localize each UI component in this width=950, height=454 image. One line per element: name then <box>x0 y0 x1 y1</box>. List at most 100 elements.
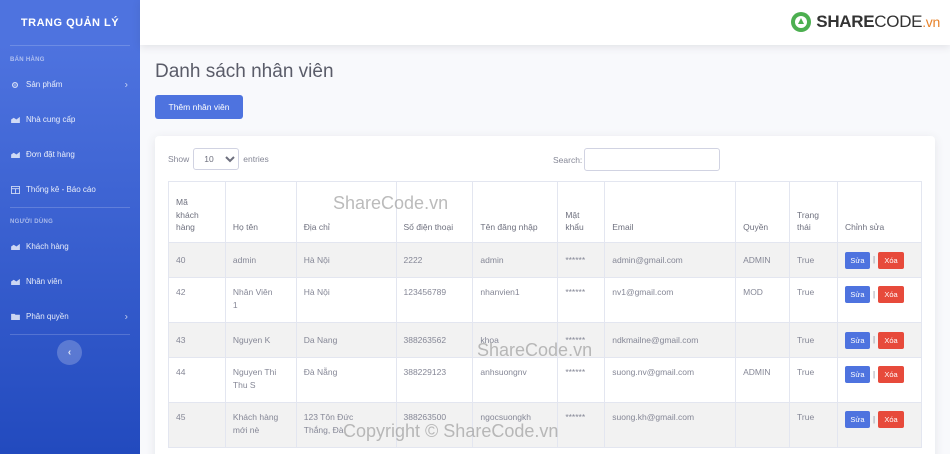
cell-phone: 388263562 <box>395 322 474 358</box>
sidebar-item-label: Nhân viên <box>26 277 63 286</box>
chart-area-icon <box>10 278 20 285</box>
edit-button[interactable]: Sửa <box>844 411 870 428</box>
table-row: 40 admin Hà Nội 2222 admin ****** admin@gmail.… <box>168 242 923 278</box>
column-header[interactable]: Quyền <box>735 181 791 243</box>
cell-id: 45 <box>168 402 226 448</box>
cell-actions: Sửa | Xóa <box>836 277 923 323</box>
table-header-row: Mã khách hàng Họ tên Địa chỉ Số điện thoại T… <box>168 181 923 243</box>
edit-button[interactable]: Sửa <box>844 251 870 269</box>
cell-address: Da Nang <box>295 322 397 358</box>
sidebar-item-reports[interactable]: Thống kê - Báo cáo <box>0 172 140 207</box>
cell-actions: Sửa | Xóa <box>836 357 923 403</box>
sharecode-logo-icon <box>791 12 812 32</box>
cell-actions: Sửa | Xóa <box>836 322 923 358</box>
cell-password: ****** <box>557 242 606 278</box>
sidebar-item-customers[interactable]: Khách hàng <box>0 229 140 264</box>
table-row: 42 Nhân Viên 1 Hà Nội 123456789 nhanvien1 ***… <box>168 277 923 323</box>
cell-name: Nguyen Thi Thu S <box>224 357 297 403</box>
cell-role: ADMIN <box>735 357 791 403</box>
cell-address: Hà Nội <box>295 242 397 278</box>
sidebar-heading-users: NGƯỜI DÙNG <box>10 219 54 225</box>
folder-icon <box>10 313 20 320</box>
show-label: Show <box>168 154 190 164</box>
column-header[interactable]: Trạng thái <box>789 181 838 243</box>
sidebar: TRANG QUẢN LÝ BÁN HÀNG Sản phẩm › Nhà cu… <box>0 0 140 454</box>
sidebar-item-label: Phân quyền <box>26 312 69 321</box>
cell-role <box>735 322 791 358</box>
cell-username: ngocsuongkh <box>472 402 559 448</box>
delete-button[interactable]: Xóa <box>878 366 905 383</box>
action-separator: | <box>872 335 876 344</box>
action-separator: | <box>872 369 876 379</box>
employee-table-card: Show 10 entries Search: Mã khách hàng Họ … <box>155 136 935 454</box>
column-header[interactable]: Địa chỉ <box>295 181 397 243</box>
delete-button[interactable]: Xóa <box>878 251 905 269</box>
cell-id: 44 <box>168 357 226 403</box>
sidebar-item-suppliers[interactable]: Nhà cung cấp <box>0 102 140 137</box>
sidebar-item-label: Nhà cung cấp <box>26 115 76 124</box>
delete-button[interactable]: Xóa <box>878 331 905 349</box>
sidebar-item-employees[interactable]: Nhân viên <box>0 264 140 299</box>
cell-role: MOD <box>735 277 791 323</box>
cell-status: True <box>789 322 838 358</box>
chart-area-icon <box>10 151 20 158</box>
entries-label: entries <box>243 154 269 164</box>
sidebar-item-permissions[interactable]: Phân quyền › <box>0 299 140 334</box>
add-employee-button[interactable]: Thêm nhân viên <box>155 95 243 119</box>
cell-phone: 388263500 <box>395 402 474 448</box>
column-header[interactable]: Mã khách hàng <box>168 181 226 243</box>
column-header[interactable]: Họ tên <box>224 181 297 243</box>
edit-button[interactable]: Sửa <box>844 366 870 383</box>
table-row: 44 Nguyen Thi Thu S Đà Nẵng 388229123 anhsuo… <box>168 357 923 403</box>
delete-button[interactable]: Xóa <box>878 286 905 303</box>
column-header[interactable]: Email <box>604 181 737 243</box>
sidebar-item-orders[interactable]: Đơn đặt hàng <box>0 137 140 172</box>
delete-button[interactable]: Xóa <box>878 411 905 428</box>
cell-username: anhsuongnv <box>472 357 559 403</box>
cell-password: ****** <box>557 357 606 403</box>
search-input[interactable] <box>584 148 721 171</box>
cell-name: Nguyen K <box>224 322 297 358</box>
sidebar-item-products[interactable]: Sản phẩm › <box>0 67 140 102</box>
cell-name: admin <box>224 242 297 278</box>
cell-role: ADMIN <box>735 242 791 278</box>
sidebar-brand[interactable]: TRANG QUẢN LÝ <box>0 0 140 45</box>
chevron-right-icon: › <box>124 79 128 90</box>
table-row: 45 Khách hàng mới nè 123 Tôn Đức Thắng, Đà… <box>168 402 923 448</box>
cell-email: suong.kh@gmail.com <box>604 402 737 448</box>
cell-role <box>735 402 791 448</box>
column-header[interactable]: Số điện thoại <box>395 181 474 243</box>
sidebar-item-label: Sản phẩm <box>26 80 63 89</box>
table-row: 43 Nguyen K Da Nang 388263562 khoa ****** ndkm… <box>168 322 923 358</box>
topbar: SHARECODE.vn <box>140 0 950 45</box>
employee-table: Mã khách hàng Họ tên Địa chỉ Số điện thoại T… <box>168 181 923 448</box>
sidebar-toggle-button[interactable]: ‹ <box>57 340 82 365</box>
edit-button[interactable]: Sửa <box>844 286 870 303</box>
action-separator: | <box>872 414 876 424</box>
column-header[interactable]: Mật khẩu <box>557 181 606 243</box>
cell-email: nv1@gmail.com <box>604 277 737 323</box>
sidebar-heading-sales: BÁN HÀNG <box>10 57 45 63</box>
cell-username: admin <box>472 242 559 278</box>
chevron-right-icon: › <box>124 311 128 322</box>
cell-id: 40 <box>168 242 226 278</box>
page-length-select[interactable]: 10 <box>193 148 240 170</box>
sharecode-logo[interactable]: SHARECODE.vn <box>790 11 940 33</box>
sidebar-item-label: Khách hàng <box>26 242 69 251</box>
column-header[interactable]: Chỉnh sửa <box>836 181 923 243</box>
sidebar-item-label: Thống kê - Báo cáo <box>26 185 96 194</box>
table-search: Search: <box>553 148 721 171</box>
cell-id: 43 <box>168 322 226 358</box>
cell-status: True <box>789 242 838 278</box>
page-title: Danh sách nhân viên <box>155 61 334 82</box>
table-icon <box>10 185 20 194</box>
cell-address: Hà Nội <box>295 277 397 323</box>
cell-password: ****** <box>557 402 606 448</box>
cell-username: nhanvien1 <box>472 277 559 323</box>
cell-status: True <box>789 277 838 323</box>
cell-status: True <box>789 357 838 403</box>
chart-area-icon <box>10 243 20 250</box>
column-header[interactable]: Tên đăng nhập <box>472 181 559 243</box>
cell-address: 123 Tôn Đức Thắng, Đà <box>295 402 397 448</box>
edit-button[interactable]: Sửa <box>844 331 870 349</box>
